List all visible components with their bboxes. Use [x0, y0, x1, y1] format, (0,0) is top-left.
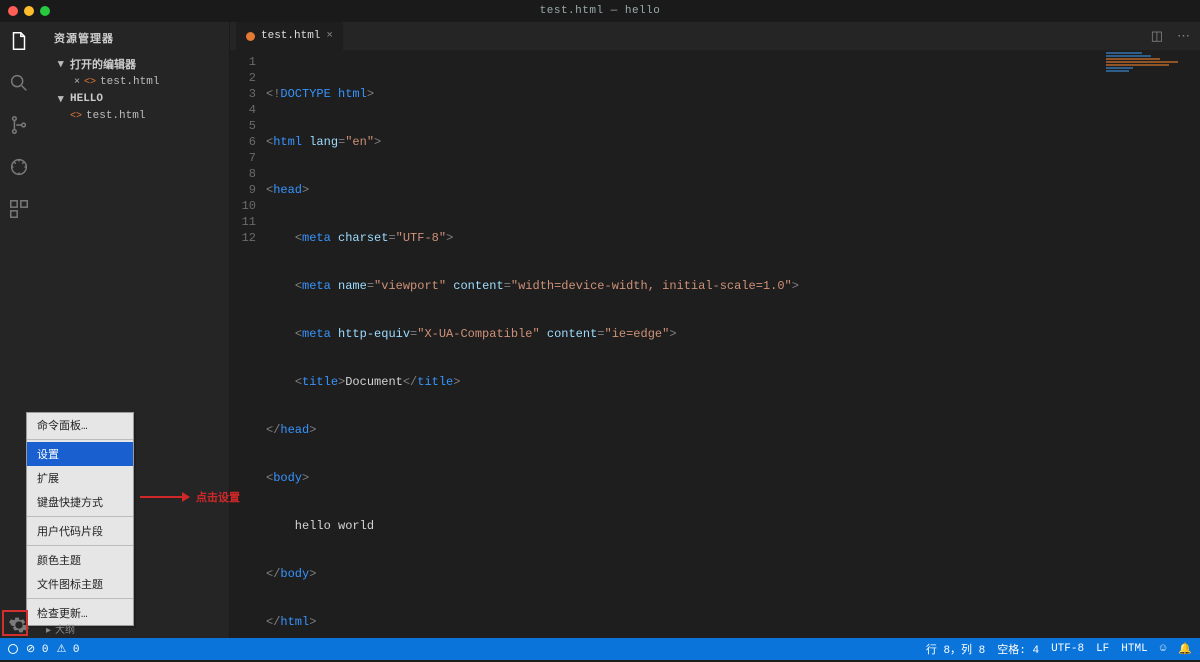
- files-icon[interactable]: [8, 30, 32, 54]
- sidebar-title: 资源管理器: [40, 22, 229, 54]
- editor: test.html × ◫ ⋯ 123456789101112 <!<!DOCT…: [230, 22, 1200, 638]
- status-errors[interactable]: ⊘ 0: [26, 642, 48, 656]
- status-lang[interactable]: HTML: [1121, 643, 1147, 655]
- html-file-icon: <>: [70, 111, 82, 122]
- close-icon[interactable]: ×: [326, 30, 333, 42]
- close-window-icon[interactable]: [8, 6, 18, 16]
- close-icon[interactable]: ×: [74, 77, 80, 88]
- status-spaces[interactable]: 空格: 4: [997, 641, 1039, 657]
- menu-item-command-palette[interactable]: 命令面板…: [27, 413, 133, 437]
- menu-item-user-snippets[interactable]: 用户代码片段: [27, 519, 133, 543]
- git-icon[interactable]: [8, 114, 32, 138]
- settings-context-menu: 命令面板… 设置 扩展 键盘快捷方式 用户代码片段 颜色主题 文件图标主题 检查…: [26, 412, 134, 626]
- status-cursor[interactable]: 行 8，列 8: [926, 641, 985, 657]
- line-gutter: 123456789101112: [230, 54, 266, 662]
- tab-label: test.html: [261, 30, 320, 42]
- file-label: test.html: [86, 110, 145, 122]
- notifications-icon[interactable]: 🔔: [1178, 642, 1192, 656]
- window-controls: [8, 6, 50, 16]
- minimize-window-icon[interactable]: [24, 6, 34, 16]
- status-warnings[interactable]: ⚠ 0: [56, 642, 79, 656]
- menu-item-color-theme[interactable]: 颜色主题: [27, 548, 133, 572]
- maximize-window-icon[interactable]: [40, 6, 50, 16]
- annotation-label: 点击设置: [196, 489, 240, 505]
- menu-separator: [27, 598, 133, 599]
- split-editor-icon[interactable]: ◫: [1151, 29, 1163, 44]
- annotation-arrow: 点击设置: [140, 489, 240, 505]
- tab-test-html[interactable]: test.html ×: [236, 22, 343, 50]
- status-sync-icon[interactable]: [8, 644, 18, 654]
- open-editors-header[interactable]: ▾打开的编辑器: [40, 54, 229, 74]
- breadcrumb[interactable]: ▸大纲: [42, 621, 75, 637]
- menu-item-settings[interactable]: 设置: [27, 442, 133, 466]
- window-title: test.html — hello: [540, 5, 661, 17]
- search-icon[interactable]: [8, 72, 32, 96]
- minimap[interactable]: [1106, 52, 1196, 92]
- feedback-icon[interactable]: ☺: [1160, 643, 1167, 655]
- more-icon[interactable]: ⋯: [1177, 29, 1190, 44]
- menu-separator: [27, 545, 133, 546]
- debug-icon[interactable]: [8, 156, 32, 180]
- status-bar: ⊘ 0 ⚠ 0 行 8，列 8 空格: 4 UTF-8 LF HTML ☺ 🔔: [0, 638, 1200, 660]
- folder-header[interactable]: ▾HELLO: [40, 90, 229, 108]
- extensions-icon[interactable]: [8, 198, 32, 222]
- menu-separator: [27, 439, 133, 440]
- menu-separator: [27, 516, 133, 517]
- folder-file-item[interactable]: <> test.html: [40, 108, 229, 124]
- status-encoding[interactable]: UTF-8: [1051, 643, 1084, 655]
- code-lines[interactable]: <!<!DOCTYPE html>DOCTYPE html> <html lan…: [266, 54, 1200, 662]
- code-area[interactable]: 123456789101112 <!<!DOCTYPE html>DOCTYPE…: [230, 50, 1200, 662]
- html-file-icon: [246, 32, 255, 41]
- menu-item-file-icon-theme[interactable]: 文件图标主题: [27, 572, 133, 596]
- file-label: test.html: [100, 76, 159, 88]
- menu-item-keyboard-shortcuts[interactable]: 键盘快捷方式: [27, 490, 133, 514]
- open-editor-item[interactable]: × <> test.html: [40, 74, 229, 90]
- menu-item-extensions[interactable]: 扩展: [27, 466, 133, 490]
- status-eol[interactable]: LF: [1096, 643, 1109, 655]
- titlebar: test.html — hello: [0, 0, 1200, 22]
- html-file-icon: <>: [84, 77, 96, 88]
- editor-tabs: test.html × ◫ ⋯: [230, 22, 1200, 50]
